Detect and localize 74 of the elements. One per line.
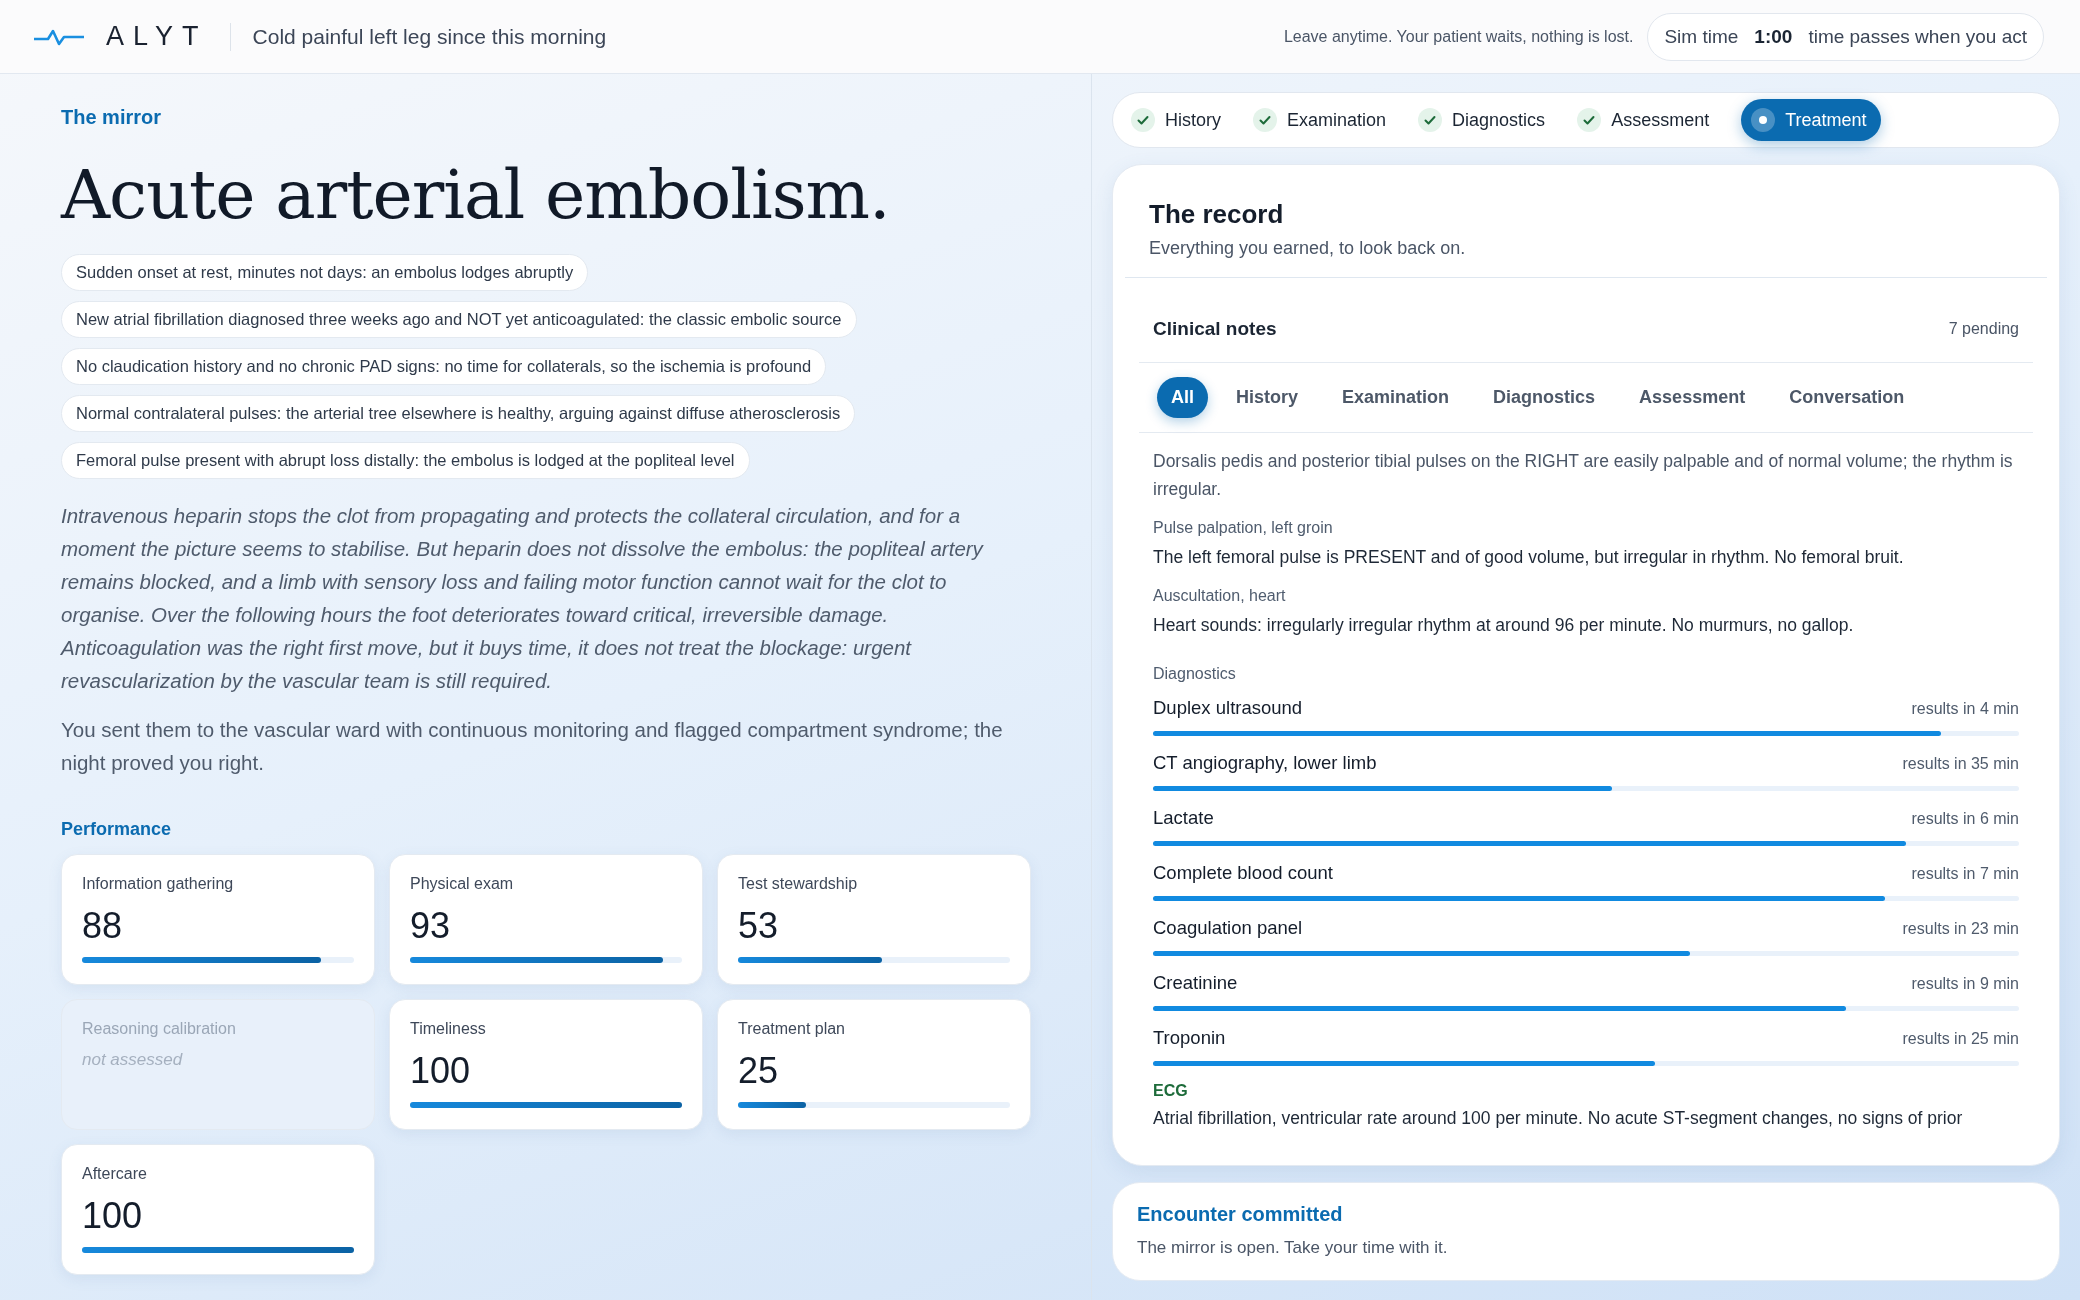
test-eta: results in 6 min (1911, 810, 2019, 828)
score-value: 100 (82, 1195, 144, 1237)
test-name: Troponin (1153, 1027, 1226, 1049)
score-label: Reasoning calibration (82, 1020, 237, 1038)
diagnostics-heading: Diagnostics (1153, 665, 1237, 683)
current-step-icon (1751, 108, 1776, 132)
score-value: 88 (82, 905, 124, 947)
logo: ALYT (106, 21, 208, 52)
case-title: Cold painful left leg since this morning (252, 24, 607, 49)
clue-chip: Sudden onset at rest, minutes not days: an embolus lodges abruptly (61, 254, 589, 291)
score-status: not assessed (82, 1050, 184, 1070)
test-name: Coagulation panel (1153, 917, 1303, 939)
check-icon (1253, 108, 1277, 132)
leave-note: Leave anytime. Your patient waits, nothing is lost. (1283, 27, 1634, 46)
test-name: Lactate (1153, 807, 1214, 829)
test-eta: results in 35 min (1902, 755, 2019, 773)
section-label: The mirror (61, 106, 163, 129)
step-tab[interactable]: Diagnostics (1418, 100, 1558, 140)
test-name: CT angiography, lower limb (1153, 752, 1377, 774)
score-label: Treatment plan (738, 1020, 846, 1038)
committed-text: The mirror is open. Take your time with it. (1137, 1238, 1449, 1258)
score-value: 93 (410, 905, 452, 947)
score-label: Information gathering (82, 875, 235, 893)
test-name: Duplex ultrasound (1153, 697, 1303, 719)
filter-tab[interactable]: Conversation (1773, 377, 1921, 418)
clue-chip: New atrial fibrillation diagnosed three weeks ago and NOT yet anticoagulated: the classic embolic source (61, 301, 857, 338)
pending-count: 7 pending (1948, 320, 2019, 338)
test-eta: results in 9 min (1911, 975, 2019, 993)
clue-chip: No claudication history and no chronic PAD signs: no time for collaterals, so the ischemia is profound (61, 348, 827, 385)
filter-tab[interactable]: Examination (1326, 377, 1466, 418)
note-text: Heart sounds: irregularly irregular rhythm at around 96 per minute. No murmurs, no gallop. (1153, 614, 1855, 637)
section-label: Performance (61, 819, 173, 840)
test-eta: results in 7 min (1911, 865, 2019, 883)
narrative-text: Intravenous heparin stops the clot from propagating and protects the collateral circulation, and for a moment the picture seems to stabilise. But heparin does not dissolve the embolus: the popliteal artery remains blocked, and a limb with sensory loss and failing motor function cannot wait for the clot to organise. Over the following hours the foot deteriorates toward critical, irreversible damage. Anticoagulation was the right first move, but it buys time, it does not treat the blockage: urgent revascularization by the vascular team is still required. (61, 503, 985, 694)
note-label: Pulse palpation, left groin (1153, 519, 1334, 537)
step-tab[interactable]: History (1131, 100, 1233, 140)
score-value: 25 (738, 1050, 780, 1092)
check-icon (1131, 108, 1155, 132)
score-label: Aftercare (82, 1165, 148, 1183)
clue-chip: Normal contralateral pulses: the arterial tree elsewhere is healthy, arguing against diffuse atherosclerosis (61, 395, 856, 432)
step-tab[interactable]: Examination (1253, 100, 1399, 140)
step-tab[interactable]: Assessment (1577, 100, 1722, 140)
note-text: The left femoral pulse is PRESENT and of good volume, but irregular in rhythm. No femoral bruit. (1153, 546, 1905, 569)
score-label: Timeliness (410, 1020, 487, 1038)
ecg-text: Atrial fibrillation, ventricular rate around 100 per minute. No acute ST-segment changes, no signs of prior (1153, 1107, 1964, 1130)
record-subtitle: Everything you earned, to look back on. (1149, 238, 1467, 259)
sim-time-value: 1:00 (1754, 25, 1793, 48)
score-label: Test stewardship (738, 875, 859, 893)
test-eta: results in 25 min (1902, 1030, 2019, 1048)
score-label: Physical exam (410, 875, 515, 893)
record-title: The record (1149, 199, 1285, 230)
outcome-text: You sent them to the vascular ward with continuous monitoring and flagged compartment syndrome; the night proved you right. (61, 717, 1004, 776)
test-eta: results in 23 min (1902, 920, 2019, 938)
test-name: Creatinine (1153, 972, 1238, 994)
ecg-label: ECG (1153, 1082, 1189, 1100)
check-icon (1418, 108, 1443, 132)
score-value: 53 (738, 905, 780, 947)
filter-tab[interactable]: Diagnostics (1477, 377, 1612, 418)
filter-tab[interactable]: All (1157, 377, 1208, 418)
sim-time-label: Sim time (1664, 25, 1739, 48)
check-icon (1577, 108, 1602, 132)
step-tab[interactable]: Treatment (1741, 99, 1881, 141)
note-text: Dorsalis pedis and posterior tibial pulses on the RIGHT are easily palpable and of normal volume; the rhythm is irregular. (1153, 450, 2014, 501)
note-label: Auscultation, heart (1153, 587, 1287, 605)
clue-chip: Femoral pulse present with abrupt loss distally: the embolus is lodged at the popliteal level (61, 442, 750, 479)
test-eta: results in 4 min (1911, 700, 2019, 718)
filter-tab[interactable]: Assessment (1623, 377, 1762, 418)
test-name: Complete blood count (1153, 862, 1333, 884)
filter-tab[interactable]: History (1220, 377, 1315, 418)
sim-time-hint: time passes when you act (1808, 25, 2027, 48)
notes-title: Clinical notes (1153, 318, 1277, 340)
committed-title: Encounter committed (1137, 1203, 1344, 1226)
diagnosis-title: Acute arterial embolism. (61, 155, 891, 234)
score-value: 100 (410, 1050, 472, 1092)
